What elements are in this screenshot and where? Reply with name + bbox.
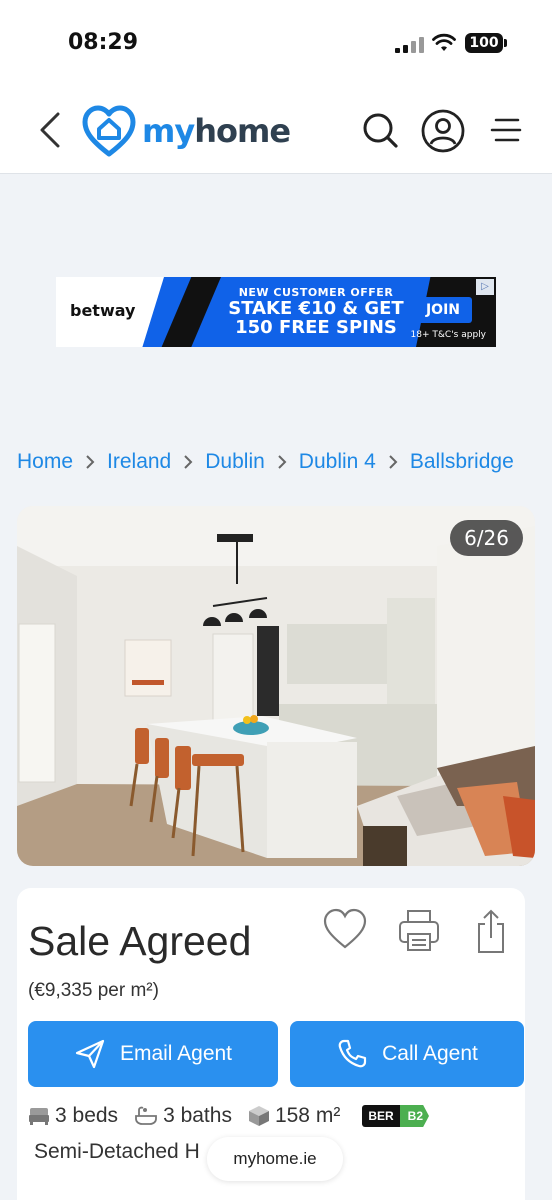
back-arrow-icon[interactable] [36, 110, 64, 150]
baths-spec: 3 baths [134, 1104, 232, 1128]
baths-count: 3 baths [163, 1104, 232, 1127]
property-type: Semi-Detached H [34, 1140, 200, 1163]
area-spec: 158 m² [248, 1104, 340, 1128]
logo-text-my: my [142, 112, 195, 150]
ad-brand: betway [70, 301, 136, 320]
ber-rating: B2 [399, 1105, 429, 1127]
chevron-right-icon [86, 455, 95, 469]
photo-counter: 6/26 [450, 520, 523, 556]
betway-ad-banner[interactable]: betway NEW CUSTOMER OFFER STAKE €10 & GE… [56, 277, 496, 347]
cube-icon [248, 1106, 269, 1126]
share-icon[interactable] [473, 908, 509, 956]
logo-text-home: home [194, 112, 291, 150]
call-agent-label: Call Agent [382, 1042, 478, 1065]
price-per-m2: (€9,335 per m²) [28, 980, 159, 1001]
site-header: myhome [0, 88, 552, 174]
ad-join-button[interactable]: JOIN [414, 297, 472, 323]
breadcrumb-home[interactable]: Home [17, 450, 73, 474]
menu-icon[interactable] [490, 116, 522, 146]
signal-icon [395, 37, 425, 53]
ad-terms: 18+ T&C's apply [410, 330, 486, 340]
breadcrumb-dublin-4[interactable]: Dublin 4 [299, 450, 376, 474]
print-icon[interactable] [397, 908, 441, 954]
sale-status: Sale Agreed [28, 918, 252, 964]
battery-indicator: 100 [465, 33, 507, 53]
chevron-right-icon [184, 455, 193, 469]
adchoices-icon[interactable]: ▷ [476, 279, 494, 295]
account-icon[interactable] [420, 108, 466, 154]
ber-label: BER [362, 1105, 400, 1127]
ad-brand-panel: betway [56, 277, 164, 347]
breadcrumb-dublin[interactable]: Dublin [205, 450, 265, 474]
phone-icon [338, 1039, 367, 1068]
bath-icon [135, 1106, 157, 1125]
status-bar: 08:29 100 [0, 0, 552, 88]
breadcrumb-ballsbridge[interactable]: Ballsbridge [410, 450, 514, 474]
call-agent-button[interactable]: Call Agent [290, 1021, 524, 1087]
breadcrumb: Home Ireland Dublin Dublin 4 Ballsbridge [17, 450, 552, 474]
beds-spec: 3 beds [28, 1104, 118, 1128]
paper-plane-icon [75, 1039, 105, 1069]
property-photo-gallery[interactable]: 6/26 [17, 506, 535, 866]
house-heart-icon [82, 105, 136, 157]
heart-icon[interactable] [322, 908, 368, 950]
email-agent-button[interactable]: Email Agent [28, 1021, 278, 1087]
breadcrumb-ireland[interactable]: Ireland [107, 450, 171, 474]
clock: 08:29 [68, 30, 139, 55]
search-icon[interactable] [360, 108, 400, 152]
beds-count: 3 beds [55, 1104, 119, 1127]
chevron-right-icon [278, 455, 287, 469]
wifi-icon [432, 33, 456, 51]
email-agent-label: Email Agent [119, 1042, 233, 1065]
kitchen-photo[interactable] [17, 506, 535, 866]
myhome-logo[interactable]: myhome [82, 104, 291, 158]
floor-area: 158 m² [274, 1104, 341, 1127]
bed-icon [29, 1108, 49, 1125]
chevron-right-icon [389, 455, 398, 469]
property-specs: 3 beds 3 baths 158 m² BER B2 [28, 1104, 429, 1128]
ber-badge: BER B2 [362, 1105, 429, 1127]
browser-url-pill[interactable]: myhome.ie [207, 1137, 343, 1181]
